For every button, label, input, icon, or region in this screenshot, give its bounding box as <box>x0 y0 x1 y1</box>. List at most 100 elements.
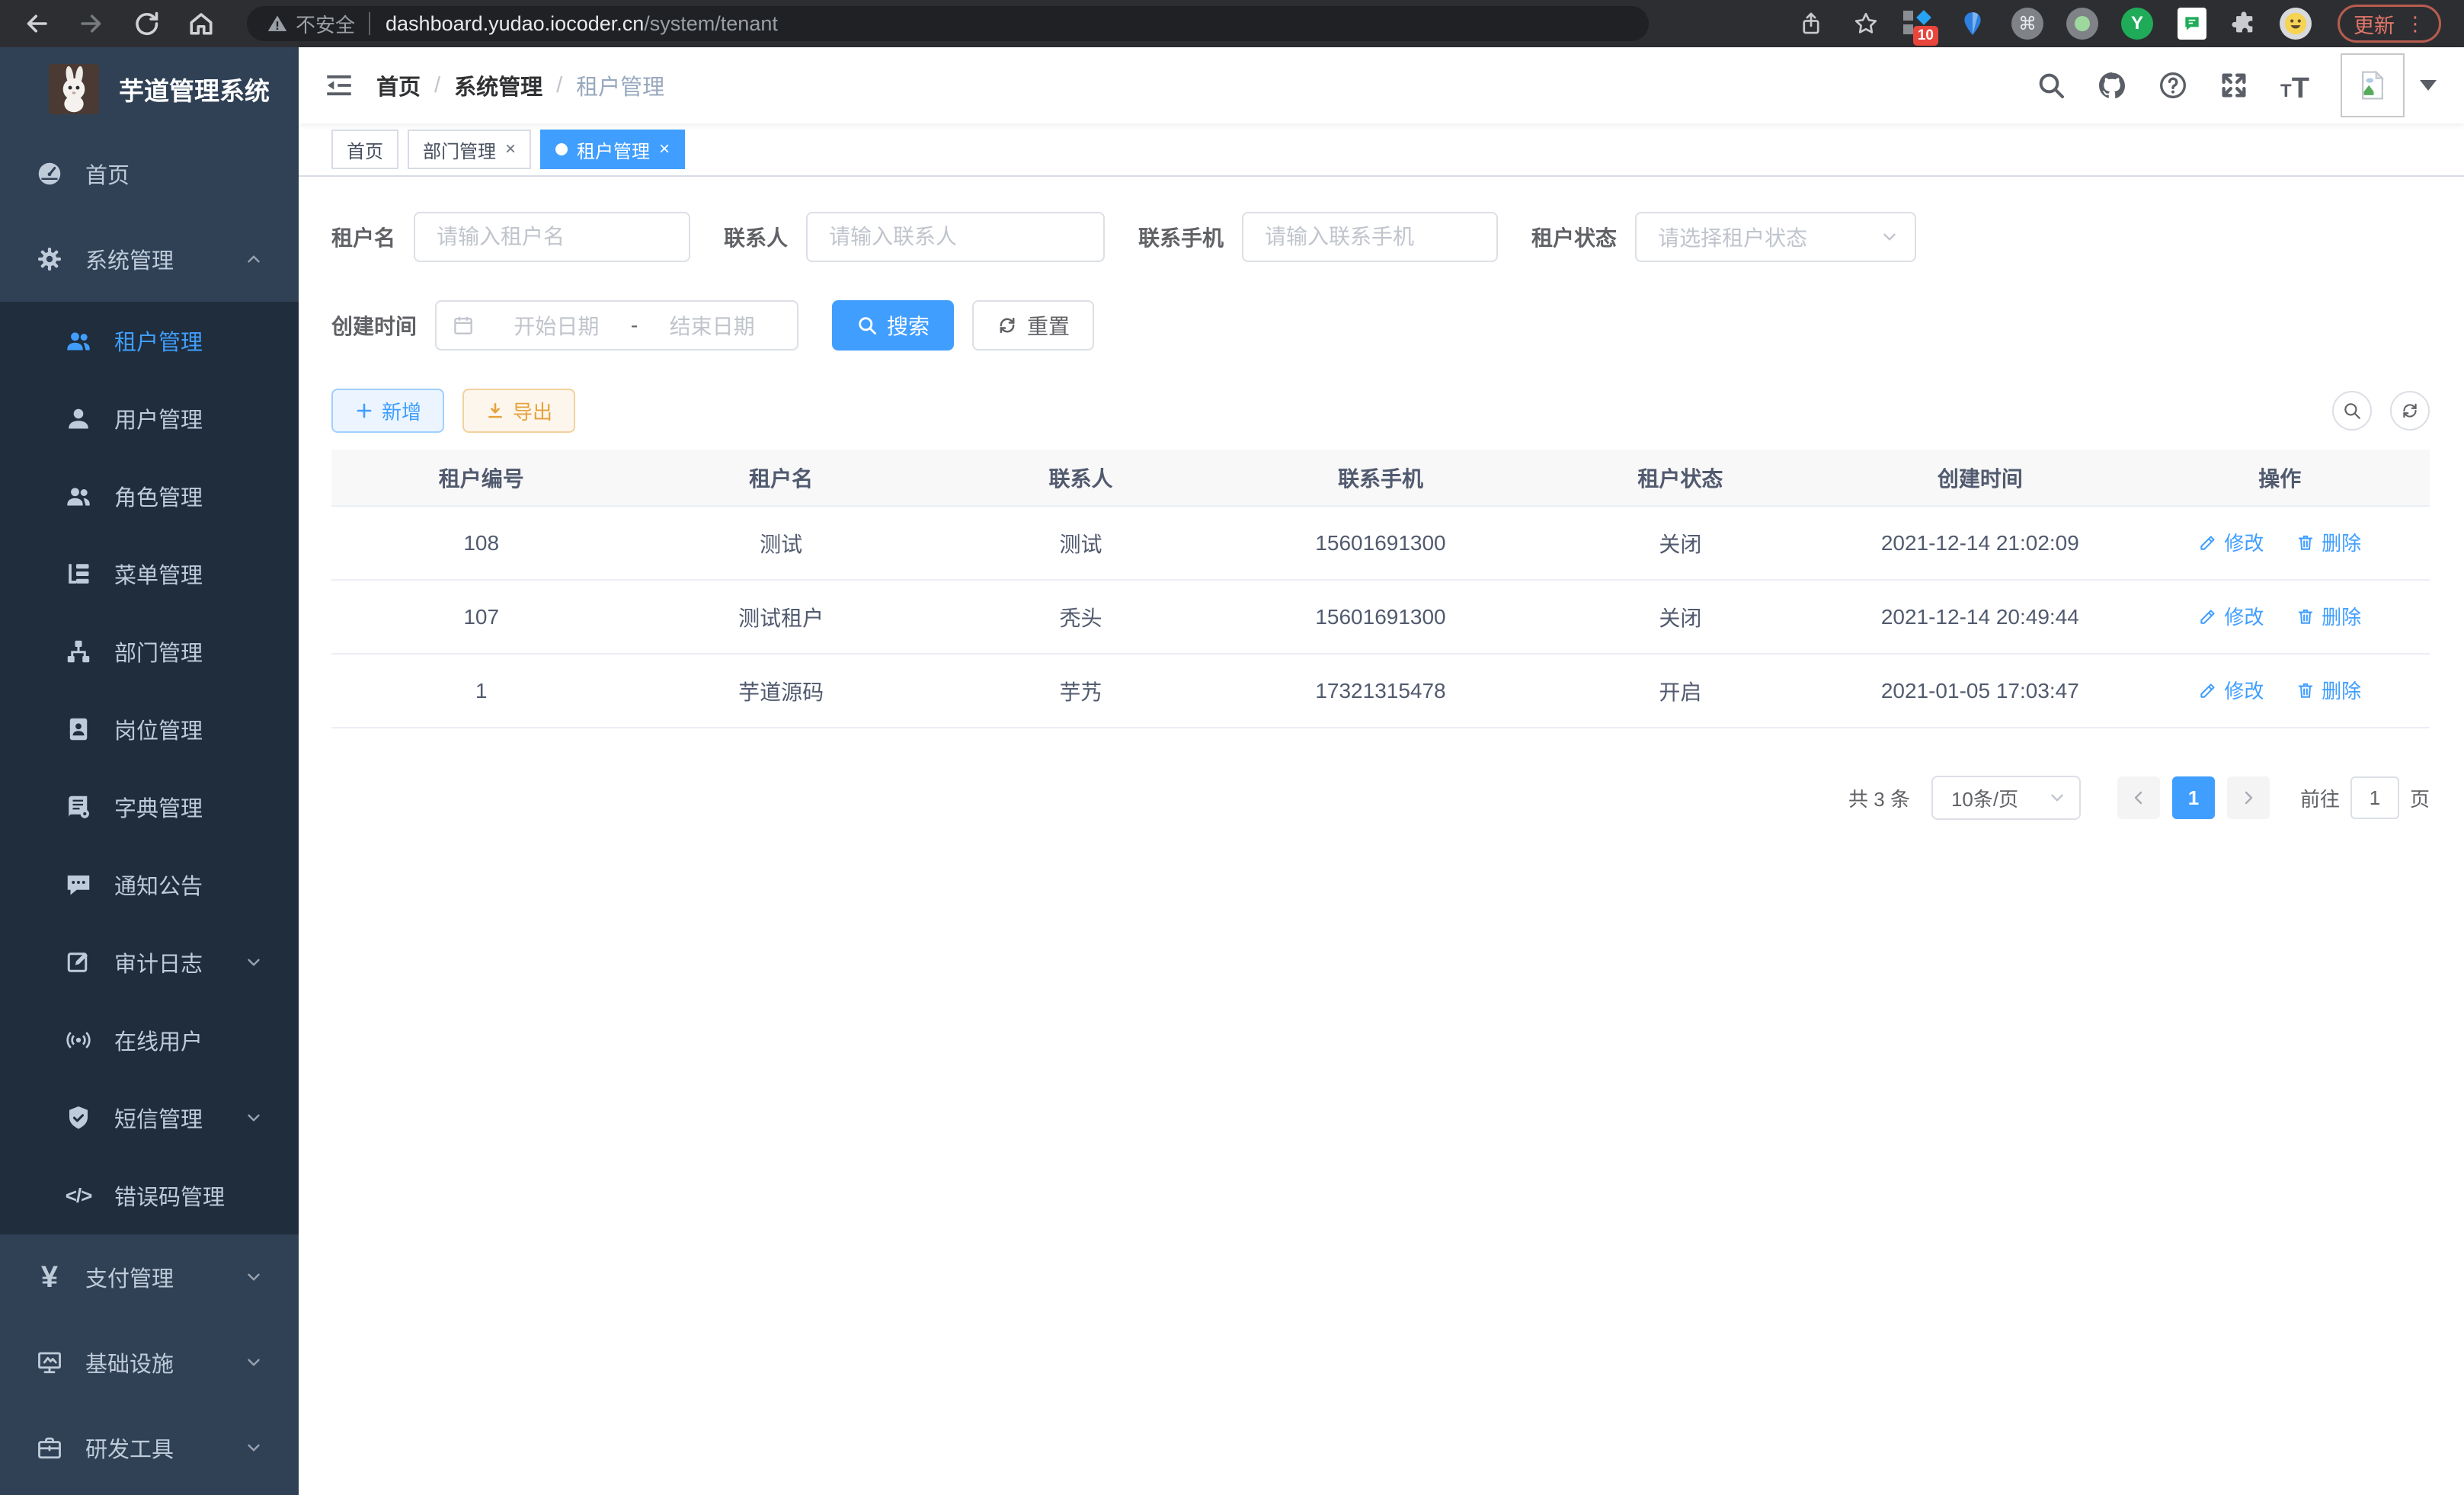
sidebar-logo[interactable]: 芋道管理系统 <box>0 47 299 131</box>
breadcrumb-system[interactable]: 系统管理 <box>454 69 542 101</box>
notice-icon <box>64 870 93 899</box>
sidebar-item-dept[interactable]: 部门管理 <box>0 613 299 690</box>
avatar-dropdown-caret-icon[interactable] <box>2420 80 2437 91</box>
gear-icon <box>35 245 64 274</box>
page-size-select[interactable]: 10条/页 <box>1931 776 2081 820</box>
contact-input[interactable] <box>806 212 1105 262</box>
refresh-table-button[interactable] <box>2390 391 2430 431</box>
sidebar-item-payment[interactable]: ¥ 支付管理 <box>0 1234 299 1320</box>
sidebar-item-audit-log[interactable]: 审计日志 <box>0 924 299 1001</box>
mobile-label: 联系手机 <box>1138 222 1224 252</box>
status-text: 关闭 <box>1531 580 1830 654</box>
sidebar-item-infrastructure[interactable]: 基础设施 <box>0 1320 299 1405</box>
bookmark-star-icon[interactable] <box>1853 11 1879 37</box>
fullscreen-icon[interactable] <box>2219 70 2249 101</box>
extension-badge: 10 <box>1913 26 1938 46</box>
plus-icon <box>354 401 374 421</box>
sidebar-item-system[interactable]: 系统管理 <box>0 216 299 302</box>
security-label[interactable]: 不安全 <box>296 10 355 38</box>
url-text[interactable]: dashboard.yudao.iocoder.cn/system/tenant <box>386 12 778 36</box>
prev-page-button[interactable] <box>2117 776 2160 819</box>
extension-y-icon[interactable]: Y <box>2121 8 2153 40</box>
trash-icon <box>2296 680 2315 700</box>
extension-notes-icon[interactable] <box>2176 8 2208 40</box>
extension-kite-icon[interactable] <box>1957 8 1989 40</box>
export-button[interactable]: 导出 <box>462 389 575 433</box>
tab-home[interactable]: 首页 <box>331 130 398 169</box>
current-page-button[interactable]: 1 <box>2172 776 2215 819</box>
goto-page-input[interactable] <box>2350 776 2399 819</box>
breadcrumb: 首页 / 系统管理 / 租户管理 <box>376 69 664 101</box>
extensions-puzzle-icon[interactable] <box>2231 11 2257 37</box>
browser-back-icon[interactable] <box>23 10 50 37</box>
sidebar-item-sms[interactable]: 短信管理 <box>0 1079 299 1157</box>
add-button[interactable]: 新增 <box>331 389 444 433</box>
breadcrumb-home[interactable]: 首页 <box>376 69 421 101</box>
col-tenant-name: 租户名 <box>631 450 930 506</box>
tab-tenant[interactable]: 租户管理 × <box>540 130 685 169</box>
font-size-icon[interactable]: TT <box>2280 70 2310 101</box>
search-icon <box>2342 401 2362 421</box>
browser-forward-icon[interactable] <box>78 10 105 37</box>
post-badge-icon <box>64 715 93 744</box>
sidebar-item-home[interactable]: 首页 <box>0 131 299 216</box>
col-tenant-id: 租户编号 <box>331 450 631 506</box>
github-icon[interactable] <box>2097 70 2127 101</box>
reset-button[interactable]: 重置 <box>972 300 1094 351</box>
status-select[interactable]: 请选择租户状态 <box>1635 212 1916 262</box>
user-icon <box>64 404 93 433</box>
delete-link[interactable]: 删除 <box>2296 676 2361 704</box>
chevron-left-icon <box>2130 789 2148 807</box>
sidebar-collapse-icon[interactable] <box>323 69 355 101</box>
sidebar-item-devtools[interactable]: 研发工具 <box>0 1405 299 1490</box>
sidebar-item-post[interactable]: 岗位管理 <box>0 690 299 768</box>
extension-tabs-icon[interactable]: 10 <box>1902 8 1934 40</box>
app-title: 芋道管理系统 <box>119 71 270 107</box>
sidebar-item-online-users[interactable]: 在线用户 <box>0 1001 299 1079</box>
header-search-icon[interactable] <box>2036 70 2066 101</box>
profile-avatar-icon[interactable] <box>2280 8 2312 40</box>
browser-home-icon[interactable] <box>187 10 215 37</box>
tenant-name-input[interactable] <box>414 212 690 262</box>
toggle-search-button[interactable] <box>2332 391 2372 431</box>
filter-row-2: 创建时间 开始日期 - 结束日期 搜索 重置 <box>331 300 2430 351</box>
extension-recorder-icon[interactable] <box>2066 8 2098 40</box>
delete-link[interactable]: 删除 <box>2296 602 2361 630</box>
help-icon[interactable] <box>2158 70 2188 101</box>
next-page-button[interactable] <box>2227 776 2270 819</box>
edit-link[interactable]: 修改 <box>2198 528 2264 556</box>
sidebar-item-user[interactable]: 用户管理 <box>0 379 299 457</box>
dictionary-icon <box>64 792 93 821</box>
delete-link[interactable]: 删除 <box>2296 528 2361 556</box>
breadcrumb-current: 租户管理 <box>576 69 664 101</box>
sidebar-item-dict[interactable]: 字典管理 <box>0 768 299 846</box>
date-range-picker[interactable]: 开始日期 - 结束日期 <box>435 300 798 351</box>
browser-actions: 10 ⌘ Y 更新 ⋮ <box>1769 5 2441 43</box>
logo-rabbit-image <box>49 64 99 114</box>
tenant-name-label: 租户名 <box>331 222 395 252</box>
share-icon[interactable] <box>1798 11 1824 37</box>
edit-link[interactable]: 修改 <box>2198 676 2264 704</box>
user-avatar-broken-image[interactable] <box>2341 53 2405 117</box>
table-header-row: 租户编号 租户名 联系人 联系手机 租户状态 创建时间 操作 <box>331 450 2430 506</box>
close-icon[interactable]: × <box>505 139 516 160</box>
mobile-input[interactable] <box>1242 212 1498 262</box>
tab-dept[interactable]: 部门管理 × <box>408 130 531 169</box>
extension-command-icon[interactable]: ⌘ <box>2011 8 2043 40</box>
sidebar-item-error-code[interactable]: </> 错误码管理 <box>0 1157 299 1234</box>
sidebar-item-role[interactable]: 角色管理 <box>0 457 299 535</box>
sidebar-item-tenant[interactable]: 租户管理 <box>0 302 299 379</box>
close-icon[interactable]: × <box>659 139 670 160</box>
browser-menu-icon[interactable]: ⋮ <box>2405 12 2425 36</box>
address-bar[interactable]: 不安全 dashboard.yudao.iocoder.cn/system/te… <box>247 6 1649 41</box>
edit-link[interactable]: 修改 <box>2198 602 2264 630</box>
col-contact: 联系人 <box>931 450 1230 506</box>
col-status: 租户状态 <box>1531 450 1830 506</box>
search-button[interactable]: 搜索 <box>832 300 954 351</box>
sidebar-item-notice[interactable]: 通知公告 <box>0 846 299 924</box>
sidebar-item-menu[interactable]: 菜单管理 <box>0 535 299 613</box>
col-mobile: 联系手机 <box>1230 450 1530 506</box>
browser-update-button[interactable]: 更新 ⋮ <box>2338 5 2441 43</box>
browser-reload-icon[interactable] <box>133 10 160 37</box>
sms-shield-icon <box>64 1103 93 1132</box>
